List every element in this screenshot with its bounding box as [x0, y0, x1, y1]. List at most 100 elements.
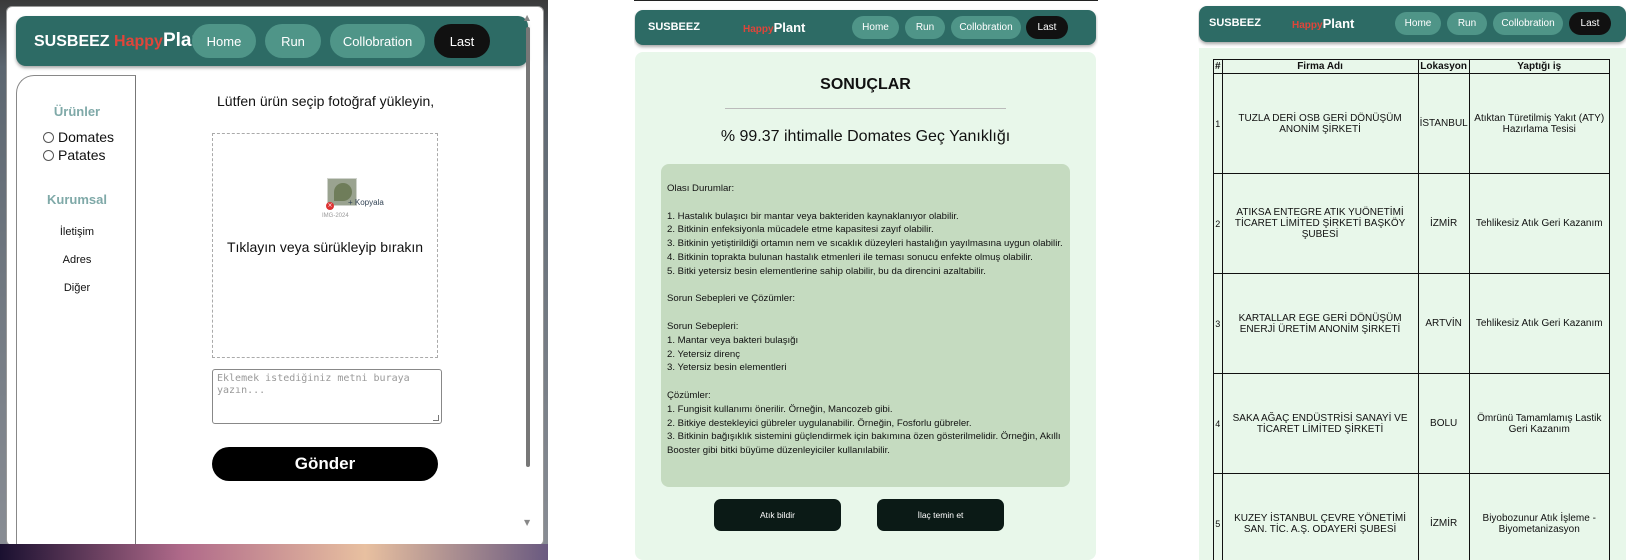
column-header: #	[1213, 59, 1223, 74]
list-item: 2. Bitkinin enfeksiyonla mücadele etme k…	[667, 224, 934, 236]
row-number: 1	[1213, 73, 1223, 174]
section-heading: Çözümler:	[667, 389, 711, 401]
note-textarea[interactable]: Eklemek istediğiniz metni buraya yazın..…	[212, 369, 442, 424]
remove-icon[interactable]: ×	[326, 202, 334, 210]
nav-home-button[interactable]: Home	[852, 16, 899, 39]
nav-run-button[interactable]: Run	[1447, 12, 1487, 35]
list-item: 2. Yetersiz direnç	[667, 348, 741, 360]
firm-activity: Atıktan Türetilmiş Yakıt (ATY) Hazırlama…	[1468, 73, 1610, 174]
list-item: 1. Fungisit kullanımı önerilir. Örneğin,…	[667, 403, 893, 415]
brand-plant: Plant	[1322, 16, 1355, 31]
corporate-heading: Kurumsal	[47, 192, 107, 207]
get-pesticide-button[interactable]: İlaç temin et	[877, 499, 1004, 531]
sidebar-link-diger[interactable]: Diğer	[17, 282, 137, 294]
firm-activity: Biyobozunur Atık İşleme - Biyometanizasy…	[1468, 473, 1610, 560]
dropzone-text: Tıklayın veya sürükleyip bırakın	[226, 239, 424, 255]
results-content: SONUÇLAR % 99.37 ihtimalle Domates Geç Y…	[635, 52, 1096, 560]
firm-name: SAKA AĞAÇ ENDÜSTRİSİ SANAYİ VE TİCARET L…	[1221, 373, 1419, 474]
section-heading: Olası Durumlar:	[667, 183, 735, 194]
firm-location: BOLU	[1417, 373, 1470, 474]
firm-name: TUZLA DERİ OSB GERİ DÖNÜŞÜM ANONİM ŞİRKE…	[1221, 73, 1419, 174]
brand-plant: Plant	[773, 20, 806, 35]
brand-happy: Happy	[1292, 20, 1323, 31]
sidebar-link-iletisim[interactable]: İletişim	[17, 226, 137, 238]
resize-grip-icon[interactable]	[433, 415, 439, 421]
report-waste-button[interactable]: Atık bildir	[714, 499, 841, 531]
brand-logo[interactable]: SUSBEEZ HappyPlant	[34, 30, 209, 52]
list-item: 1. Hastalık bulaşıcı bir mantar veya bak…	[667, 210, 959, 222]
product-label: Domates	[58, 129, 115, 145]
column-header: Yaptığı iş	[1468, 59, 1610, 74]
results-details-box: Olası Durumlar: 1. Hastalık bulaşıcı bir…	[661, 164, 1070, 487]
nav-run-button[interactable]: Run	[905, 16, 945, 39]
textarea-placeholder: Eklemek istediğiniz metni buraya yazın..…	[217, 373, 410, 396]
scroll-down-icon[interactable]: ▼	[524, 518, 530, 527]
brand-prefix[interactable]: SUSBEEZ	[1209, 17, 1261, 29]
product-radio-domates[interactable]: Domates	[43, 129, 114, 145]
product-label: Patates	[58, 147, 106, 163]
firms-screenshot: SUSBEEZ HappyPlant Home Run Collobration…	[1198, 0, 1626, 560]
column-header: Lokasyon	[1417, 59, 1470, 74]
nav-home-button[interactable]: Home	[1395, 12, 1441, 35]
row-number: 2	[1213, 173, 1223, 274]
scrollbar-thumb[interactable]	[526, 27, 530, 467]
vertical-scrollbar[interactable]: ▲ ▼	[523, 13, 535, 527]
list-item: 1. Mantar veya bakteri bulaşığı	[667, 334, 799, 346]
results-title: SONUÇLAR	[820, 76, 911, 93]
firm-activity: Tehlikesiz Atık Geri Kazanım	[1468, 173, 1610, 274]
row-number: 4	[1213, 373, 1223, 474]
desktop-wallpaper-strip	[0, 544, 548, 560]
window-edge	[634, 0, 1098, 3]
radio-circle-icon[interactable]	[43, 131, 54, 143]
firm-location: ARTVİN	[1417, 273, 1470, 374]
copy-label: + Kopyala	[348, 198, 384, 207]
browser-window: SUSBEEZ HappyPlant Home Run Collobration…	[6, 6, 544, 546]
nav-last-button[interactable]: Last	[1569, 12, 1611, 35]
table-row: 3 KARTALLAR EGE GERİ DÖNÜŞÜM ENERJİ ÜRET…	[1213, 273, 1610, 374]
results-screenshot: SUSBEEZ HappyPlant Home Run Collobration…	[634, 0, 1098, 560]
firm-location: İSTANBUL	[1417, 73, 1470, 174]
firms-table: # Firma Adı Lokasyon Yaptığı iş 1 TUZLA …	[1213, 59, 1610, 560]
divider	[725, 108, 1006, 109]
top-navbar: SUSBEEZ HappyPlant Home Run Collobration…	[635, 10, 1096, 45]
product-radio-patates[interactable]: Patates	[43, 147, 105, 163]
table-row: 5 KUZEY İSTANBUL ÇEVRE YÖNETİMİ SAN. TİC…	[1213, 473, 1610, 560]
scroll-up-icon[interactable]: ▲	[524, 13, 530, 22]
products-heading: Ürünler	[53, 104, 101, 119]
firm-activity: Ömrünü Tamamlamış Lastik Geri Kazanım	[1468, 373, 1610, 474]
brand-logo[interactable]: HappyPlant	[743, 20, 805, 35]
row-number: 5	[1213, 473, 1223, 560]
firm-name: KARTALLAR EGE GERİ DÖNÜŞÜM ENERJİ ÜRETİM…	[1221, 273, 1419, 374]
firm-activity: Tehlikesiz Atık Geri Kazanım	[1468, 273, 1610, 374]
top-navbar: SUSBEEZ HappyPlant Home Run Collobration…	[16, 16, 528, 66]
column-header: Firma Adı	[1221, 59, 1419, 74]
nav-last-button[interactable]: Last	[434, 24, 490, 58]
upload-screenshot: SUSBEEZ HappyPlant Home Run Collobration…	[0, 0, 548, 560]
sidebar-link-adres[interactable]: Adres	[17, 254, 137, 266]
nav-run-button[interactable]: Run	[265, 24, 321, 58]
nav-collobration-button[interactable]: Collobration	[330, 24, 425, 58]
submit-button[interactable]: Gönder	[212, 447, 438, 481]
table-row: 4 SAKA AĞAÇ ENDÜSTRİSİ SANAYİ VE TİCARET…	[1213, 373, 1610, 474]
brand-happy: Happy	[743, 24, 774, 35]
nav-collobration-button[interactable]: Collobration	[1493, 12, 1563, 35]
list-item: 5. Bitki yetersiz besin elementlerine sa…	[667, 265, 986, 277]
firm-location: İZMİR	[1417, 473, 1470, 560]
sidebar: Ürünler Domates Patates Kurumsal İletişi…	[16, 75, 137, 545]
firm-location: İZMİR	[1417, 173, 1470, 274]
row-number: 3	[1213, 273, 1223, 374]
list-item: 4. Bitkinin toprakta bulunan hastalık et…	[667, 251, 1033, 263]
image-dropzone[interactable]: × + Kopyala IMG-2024 Tıklayın veya sürük…	[212, 133, 438, 358]
brand-logo[interactable]: HappyPlant	[1292, 16, 1354, 31]
list-item: 3. Bitkinin bağışıklık sistemini güçlend…	[667, 431, 1061, 457]
table-row: 1 TUZLA DERİ OSB GERİ DÖNÜŞÜM ANONİM ŞİR…	[1213, 73, 1610, 174]
section-heading: Sorun Sebepleri:	[667, 320, 739, 332]
nav-home-button[interactable]: Home	[192, 24, 256, 58]
nav-last-button[interactable]: Last	[1026, 16, 1068, 39]
brand-prefix[interactable]: SUSBEEZ	[648, 21, 700, 33]
radio-circle-icon[interactable]	[43, 149, 54, 161]
brand-prefix: SUSBEEZ	[34, 33, 110, 50]
prediction-text: % 99.37 ihtimalle Domates Geç Yanıklığı	[720, 128, 1011, 145]
brand-happy: Happy	[114, 33, 163, 50]
nav-collobration-button[interactable]: Collobration	[951, 16, 1021, 39]
